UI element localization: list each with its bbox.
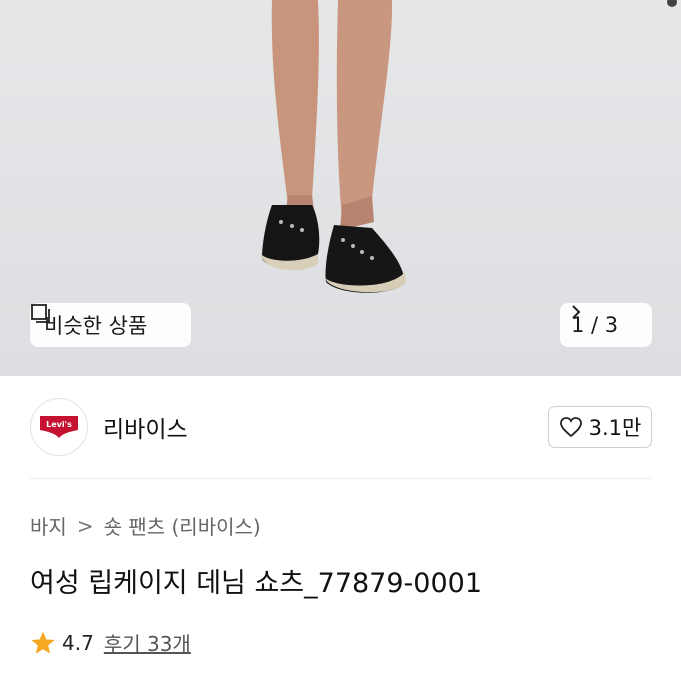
- brand-name[interactable]: 리바이스: [103, 410, 188, 444]
- divider: [30, 478, 651, 479]
- svg-text:Levi's: Levi's: [46, 420, 72, 429]
- like-button[interactable]: 3.1만: [548, 406, 652, 448]
- chevron-right-icon: [572, 305, 581, 319]
- similar-products-label: 비슷한 상품: [44, 314, 148, 338]
- product-image[interactable]: 비슷한 상품 1 / 3: [0, 0, 681, 376]
- reviews-link[interactable]: 후기 33개: [104, 628, 191, 657]
- breadcrumb-item-shorts[interactable]: 숏 팬츠 (리바이스): [104, 511, 261, 540]
- like-count: 3.1만: [588, 416, 642, 440]
- image-pager[interactable]: 1 / 3: [560, 303, 652, 347]
- rating: 4.7 후기 33개: [30, 628, 191, 657]
- heart-icon: [559, 417, 582, 438]
- rating-score: 4.7: [62, 630, 94, 655]
- product-title: 여성 립케이지 데님 쇼츠_77879-0001: [30, 568, 482, 599]
- breadcrumb-item-pants[interactable]: 바지: [30, 511, 67, 540]
- breadcrumb-separator: >: [76, 513, 94, 538]
- breadcrumb: 바지 > 숏 팬츠 (리바이스): [30, 511, 261, 540]
- levis-logo-icon: Levi's: [40, 416, 78, 438]
- star-icon: [31, 631, 55, 654]
- brand-logo[interactable]: Levi's: [30, 398, 88, 456]
- similar-products-button[interactable]: 비슷한 상품: [30, 303, 191, 347]
- similar-products-icon: [31, 304, 50, 323]
